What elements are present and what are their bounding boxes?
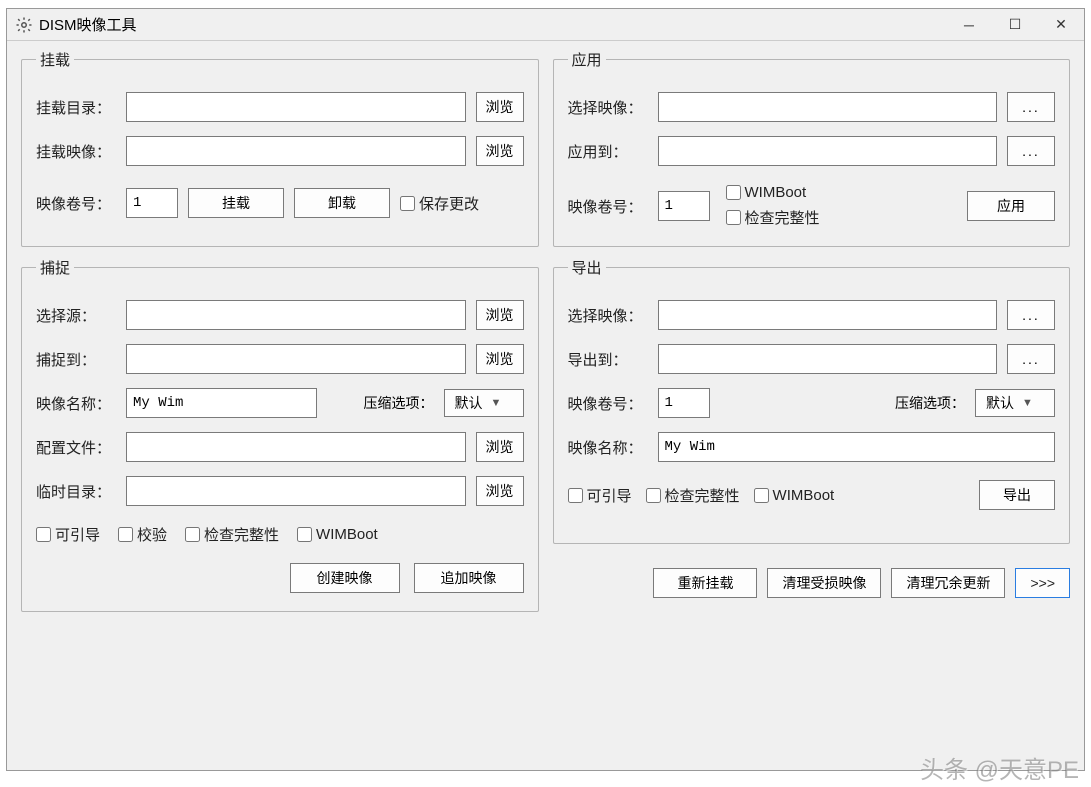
mount-img-input[interactable] — [126, 136, 466, 166]
capture-verify-checkbox[interactable]: 检查完整性 — [185, 524, 279, 545]
export-wimboot-checkbox[interactable]: WIMBoot — [754, 487, 835, 504]
capture-name-label: 映像名称： — [36, 393, 116, 414]
capture-config-browse-button[interactable]: 浏览 — [476, 432, 524, 462]
capture-compress-select[interactable]: 默认 ▼ — [444, 389, 524, 417]
save-changes-checkbox[interactable]: 保存更改 — [400, 193, 479, 214]
capture-temp-label: 临时目录： — [36, 481, 116, 502]
mount-vol-label: 映像卷号： — [36, 193, 116, 214]
export-select-browse-button[interactable]: ... — [1007, 300, 1055, 330]
export-verify-checkbox[interactable]: 检查完整性 — [646, 485, 740, 506]
export-vol-input[interactable] — [658, 388, 710, 418]
mount-dir-browse-button[interactable]: 浏览 — [476, 92, 524, 122]
apply-button[interactable]: 应用 — [967, 191, 1055, 221]
app-window: DISM映像工具 ─ ☐ ✕ 挂载 挂载目录： 浏览 挂载映像： 浏览 — [6, 8, 1085, 771]
cleanup-updates-button[interactable]: 清理冗余更新 — [891, 568, 1005, 598]
create-image-button[interactable]: 创建映像 — [290, 563, 400, 593]
cleanup-corrupt-button[interactable]: 清理受损映像 — [767, 568, 881, 598]
apply-group: 应用 选择映像： ... 应用到： ... 映像卷号： — [553, 49, 1071, 247]
export-compress-label: 压缩选项： — [895, 393, 965, 413]
capture-temp-browse-button[interactable]: 浏览 — [476, 476, 524, 506]
mount-img-label: 挂载映像： — [36, 141, 116, 162]
close-button[interactable]: ✕ — [1038, 9, 1084, 41]
capture-group: 捕捉 选择源： 浏览 捕捉到： 浏览 映像名称： 压缩选项： — [21, 257, 539, 612]
apply-select-input[interactable] — [658, 92, 998, 122]
capture-to-label: 捕捉到： — [36, 349, 116, 370]
remount-button[interactable]: 重新挂载 — [653, 568, 757, 598]
capture-wimboot-checkbox[interactable]: WIMBoot — [297, 526, 378, 543]
chevron-down-icon: ▼ — [491, 397, 502, 409]
apply-verify-checkbox[interactable]: 检查完整性 — [726, 207, 958, 228]
export-vol-label: 映像卷号： — [568, 393, 648, 414]
client-area: 挂载 挂载目录： 浏览 挂载映像： 浏览 映像卷号： 挂载 卸载 — [7, 41, 1084, 770]
capture-src-input[interactable] — [126, 300, 466, 330]
window-controls: ─ ☐ ✕ — [946, 9, 1084, 41]
export-select-input[interactable] — [658, 300, 998, 330]
export-to-label: 导出到： — [568, 349, 648, 370]
apply-wimboot-checkbox[interactable]: WIMBoot — [726, 184, 958, 201]
capture-legend: 捕捉 — [36, 257, 74, 278]
export-name-input[interactable] — [658, 432, 1056, 462]
capture-config-label: 配置文件： — [36, 437, 116, 458]
minimize-button[interactable]: ─ — [946, 9, 992, 41]
titlebar: DISM映像工具 ─ ☐ ✕ — [7, 9, 1084, 41]
apply-vol-label: 映像卷号： — [568, 196, 648, 217]
gear-icon — [15, 16, 33, 34]
capture-bootable-checkbox[interactable]: 可引导 — [36, 524, 100, 545]
capture-check-checkbox[interactable]: 校验 — [118, 524, 167, 545]
apply-legend: 应用 — [568, 49, 606, 70]
mount-img-browse-button[interactable]: 浏览 — [476, 136, 524, 166]
mount-dir-label: 挂载目录： — [36, 97, 116, 118]
export-legend: 导出 — [568, 257, 606, 278]
capture-src-browse-button[interactable]: 浏览 — [476, 300, 524, 330]
export-button[interactable]: 导出 — [979, 480, 1055, 510]
export-name-label: 映像名称： — [568, 437, 648, 458]
apply-vol-input[interactable] — [658, 191, 710, 221]
capture-to-browse-button[interactable]: 浏览 — [476, 344, 524, 374]
more-button[interactable]: >>> — [1015, 568, 1070, 598]
capture-src-label: 选择源： — [36, 305, 116, 326]
chevron-down-icon: ▼ — [1022, 397, 1033, 409]
export-to-browse-button[interactable]: ... — [1007, 344, 1055, 374]
footer-actions: 重新挂载 清理受损映像 清理冗余更新 >>> — [553, 568, 1071, 613]
capture-temp-input[interactable] — [126, 476, 466, 506]
mount-dir-input[interactable] — [126, 92, 466, 122]
apply-to-input[interactable] — [658, 136, 998, 166]
apply-to-label: 应用到： — [568, 141, 648, 162]
mount-vol-input[interactable] — [126, 188, 178, 218]
apply-select-label: 选择映像： — [568, 97, 648, 118]
capture-name-input[interactable] — [126, 388, 317, 418]
append-image-button[interactable]: 追加映像 — [414, 563, 524, 593]
apply-select-browse-button[interactable]: ... — [1007, 92, 1055, 122]
capture-to-input[interactable] — [126, 344, 466, 374]
unmount-button[interactable]: 卸载 — [294, 188, 390, 218]
apply-to-browse-button[interactable]: ... — [1007, 136, 1055, 166]
maximize-button[interactable]: ☐ — [992, 9, 1038, 41]
export-bootable-checkbox[interactable]: 可引导 — [568, 485, 632, 506]
capture-config-input[interactable] — [126, 432, 466, 462]
export-group: 导出 选择映像： ... 导出到： ... 映像卷号： 压缩选项： — [553, 257, 1071, 544]
export-compress-select[interactable]: 默认 ▼ — [975, 389, 1055, 417]
mount-group: 挂载 挂载目录： 浏览 挂载映像： 浏览 映像卷号： 挂载 卸载 — [21, 49, 539, 247]
mount-legend: 挂载 — [36, 49, 74, 70]
export-select-label: 选择映像： — [568, 305, 648, 326]
window-title: DISM映像工具 — [39, 14, 946, 35]
capture-compress-label: 压缩选项： — [364, 393, 434, 413]
mount-button[interactable]: 挂载 — [188, 188, 284, 218]
export-to-input[interactable] — [658, 344, 998, 374]
